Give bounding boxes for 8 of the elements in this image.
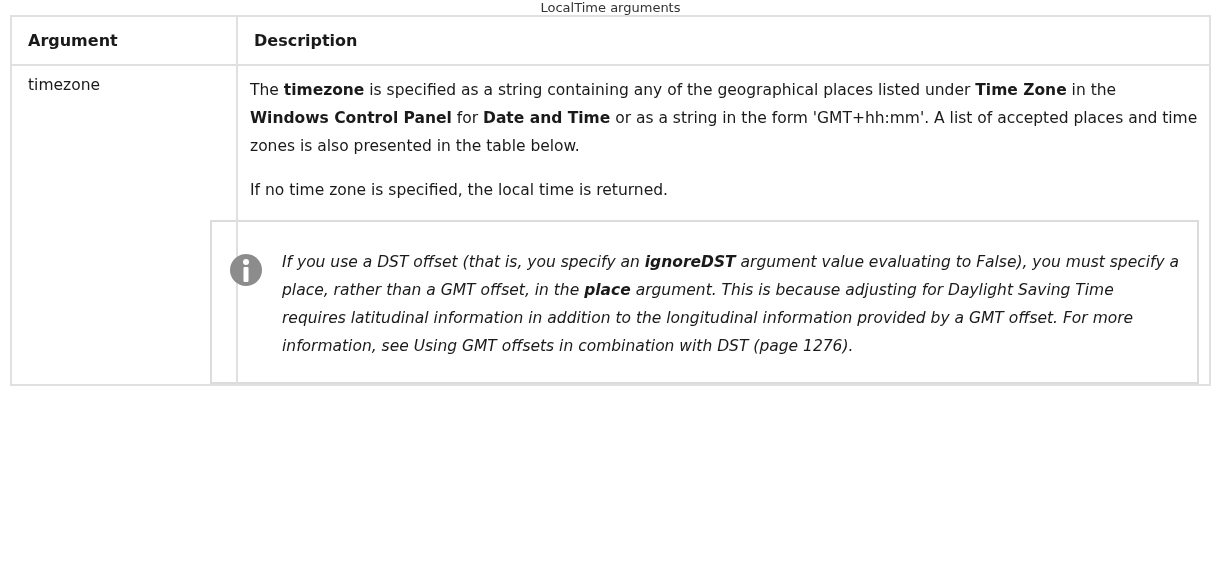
table-caption: LocalTime arguments bbox=[539, 0, 682, 15]
description-paragraph: If no time zone is specified, the local time is returned. bbox=[250, 180, 669, 201]
column-header: Description bbox=[237, 16, 1210, 65]
note-text: If you use a DST offset (that is, you specify an ignoreDST argument value evaluating to False), you must specify a place, rather than a GMT offset, in the place argument. This is because adjusting for Daylight Saving Time requires latitudinal information in addition to the longitudinal information provided by a GMT offset. For more information, see Using GMT offsets in combination with DST (page 1276). bbox=[282, 252, 1181, 357]
argument-cell: timezone bbox=[11, 65, 237, 385]
description-paragraph: The timezone is specified as a string containing any of the geographical places listed under Time Zone in the Windows Control Panel for Date and Time or as a string in the form 'GMT+hh:mm'. A list of accepted places and time zones is also presented in the table below. bbox=[250, 80, 1199, 157]
info-icon bbox=[230, 254, 262, 286]
column-header: Argument bbox=[11, 16, 237, 65]
